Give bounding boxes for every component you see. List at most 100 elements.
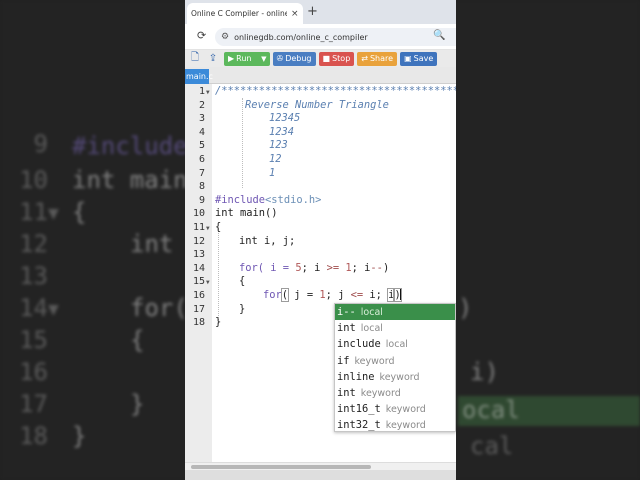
file-tab-main-c[interactable]: main.c [185, 69, 213, 84]
run-label: Run [236, 54, 252, 63]
autocomplete-meta: keyword [385, 404, 426, 416]
bg-line-number: 11 [19, 198, 48, 226]
autocomplete-item[interactable]: int16_t keyword [335, 401, 455, 417]
zoom-icon[interactable]: 🔍 [433, 30, 445, 41]
autocomplete-popup: i-- local int local include local if keyword… [334, 303, 456, 432]
indent-guide [218, 228, 219, 324]
code-line-comment-open: /***************************************… [215, 85, 456, 97]
new-tab-icon[interactable]: + [307, 4, 318, 19]
share-icon: ⇄ [361, 54, 368, 63]
code-editor[interactable]: 1 2 3 4 5 6 7 8 9 10 11 12 13 14 15 16 1… [185, 84, 456, 462]
autocomplete-item[interactable]: inline keyword [335, 369, 455, 385]
for-keyword: for( i = [239, 261, 296, 274]
line-number: 15 [192, 276, 205, 288]
line-number: 4 [198, 126, 205, 138]
stop-icon: ■ [322, 54, 331, 63]
code-line-comment-title: Reverse Number Triangle [245, 98, 389, 111]
line-number: 5 [198, 140, 205, 152]
save-label: Save [413, 54, 434, 63]
init-text: j = [288, 289, 320, 301]
autocomplete-item[interactable]: i-- local [335, 304, 455, 321]
bg-brace-inner-close: } [130, 390, 145, 418]
close-icon[interactable]: × [291, 9, 299, 19]
le-operator: <= [350, 289, 364, 301]
autocomplete-item[interactable]: int local [335, 320, 455, 336]
reload-icon[interactable]: ⟳ [197, 29, 206, 42]
video-frame: 9 10 11 12 13 14 15 16 17 18 #include in… [0, 0, 640, 480]
line-number: 12 [192, 235, 205, 247]
browser-tab-bar: Online C Compiler - online editor × + [185, 0, 456, 24]
code-line-include: #include<stdio.h> [215, 194, 321, 206]
address-bar: ⟳ ⚙ onlinegdb.com/online_c_compiler 🔍 [185, 24, 456, 50]
line-number: 10 [192, 208, 205, 220]
share-button[interactable]: ⇄ Share [357, 51, 398, 66]
line-number: 16 [192, 290, 205, 301]
code-line-row: 1234 [269, 125, 295, 138]
autocomplete-name: int32_t [337, 419, 381, 432]
step-text: ; i [351, 261, 371, 274]
horizontal-scrollbar[interactable] [185, 462, 456, 470]
code-line-row: 1 [269, 166, 276, 179]
new-file-icon[interactable]: 🗋 [187, 51, 203, 66]
bg-line-number: 18 [19, 422, 48, 450]
autocomplete-meta: local [360, 323, 383, 335]
autocomplete-item[interactable]: if keyword [335, 353, 455, 369]
code-line-brace-close: } [215, 316, 222, 329]
site-info-icon[interactable]: ⚙ [221, 32, 229, 42]
bg-include: #include [72, 132, 188, 160]
bg-brace-open: { [72, 198, 87, 226]
autocomplete-item[interactable]: int keyword [335, 385, 455, 401]
bg-line-number: 9 [33, 130, 48, 158]
bg-line-number: 10 [19, 166, 48, 194]
close-paren: ) [382, 261, 390, 274]
file-tab-bar: main.c [185, 67, 456, 84]
autocomplete-meta: keyword [360, 387, 401, 399]
include-keyword: #include [215, 193, 266, 206]
line-number: 2 [198, 99, 205, 111]
autocomplete-item[interactable]: int32_t keyword [335, 417, 455, 433]
ge-operator: >= [326, 261, 340, 274]
cond-text: ; i [301, 261, 327, 274]
stop-button[interactable]: ■ Stop [318, 51, 355, 66]
bg-line-number: 17 [19, 390, 48, 418]
autocomplete-item[interactable]: include local [335, 336, 455, 352]
autocomplete-name: inline [337, 370, 375, 383]
code-line-outer-for: for( i = 5; i >= 1; i--) [239, 262, 389, 274]
save-button[interactable]: ▣ Save [400, 51, 438, 66]
text-caret [399, 289, 401, 300]
editor-gutter: 1 2 3 4 5 6 7 8 9 10 11 12 13 14 15 16 1… [185, 84, 212, 462]
line-number: 17 [192, 303, 205, 315]
autocomplete-meta: keyword [379, 371, 420, 383]
bg-line-number: 12 [19, 230, 48, 258]
code-line-inner-brace-close: } [239, 302, 246, 315]
upload-icon[interactable]: ⇪ [205, 51, 221, 66]
scrollbar-thumb[interactable] [191, 465, 371, 469]
browser-tab-title: Online C Compiler - online editor [191, 9, 287, 18]
debug-button[interactable]: ✇ Debug [272, 51, 316, 66]
run-button[interactable]: ▶ Run ▼ [224, 51, 270, 66]
save-icon: ▣ [404, 54, 412, 63]
browser-tab[interactable]: Online C Compiler - online editor × [187, 3, 303, 24]
fold-arrow-icon[interactable]: ▼ [206, 225, 210, 232]
fold-arrow-icon[interactable]: ▼ [206, 279, 210, 286]
autocomplete-name: include [337, 338, 381, 351]
number-one: 1 [339, 261, 352, 274]
autocomplete-meta: keyword [354, 355, 395, 367]
code-line-main: int main() [215, 207, 278, 220]
line-number: 11 [192, 222, 205, 233]
fold-arrow-icon[interactable]: ▼ [206, 89, 210, 96]
autocomplete-name: int16_t [337, 403, 381, 416]
autocomplete-name: if [337, 354, 350, 367]
autocomplete-meta: local [360, 307, 383, 318]
bg-line-number: 14 [19, 294, 48, 322]
step-text: i; [363, 289, 389, 301]
share-label: Share [369, 54, 394, 63]
url-text: onlinegdb.com/online_c_compiler [234, 32, 368, 42]
autocomplete-meta: keyword [385, 420, 426, 432]
stop-label: Stop [332, 54, 351, 63]
line-number: 1 [198, 86, 205, 97]
url-field[interactable]: ⚙ onlinegdb.com/online_c_compiler [215, 28, 456, 46]
chevron-down-icon[interactable]: ▼ [261, 52, 266, 66]
bg-right-i: i) [470, 358, 499, 386]
bg-brace-inner: { [130, 326, 145, 354]
